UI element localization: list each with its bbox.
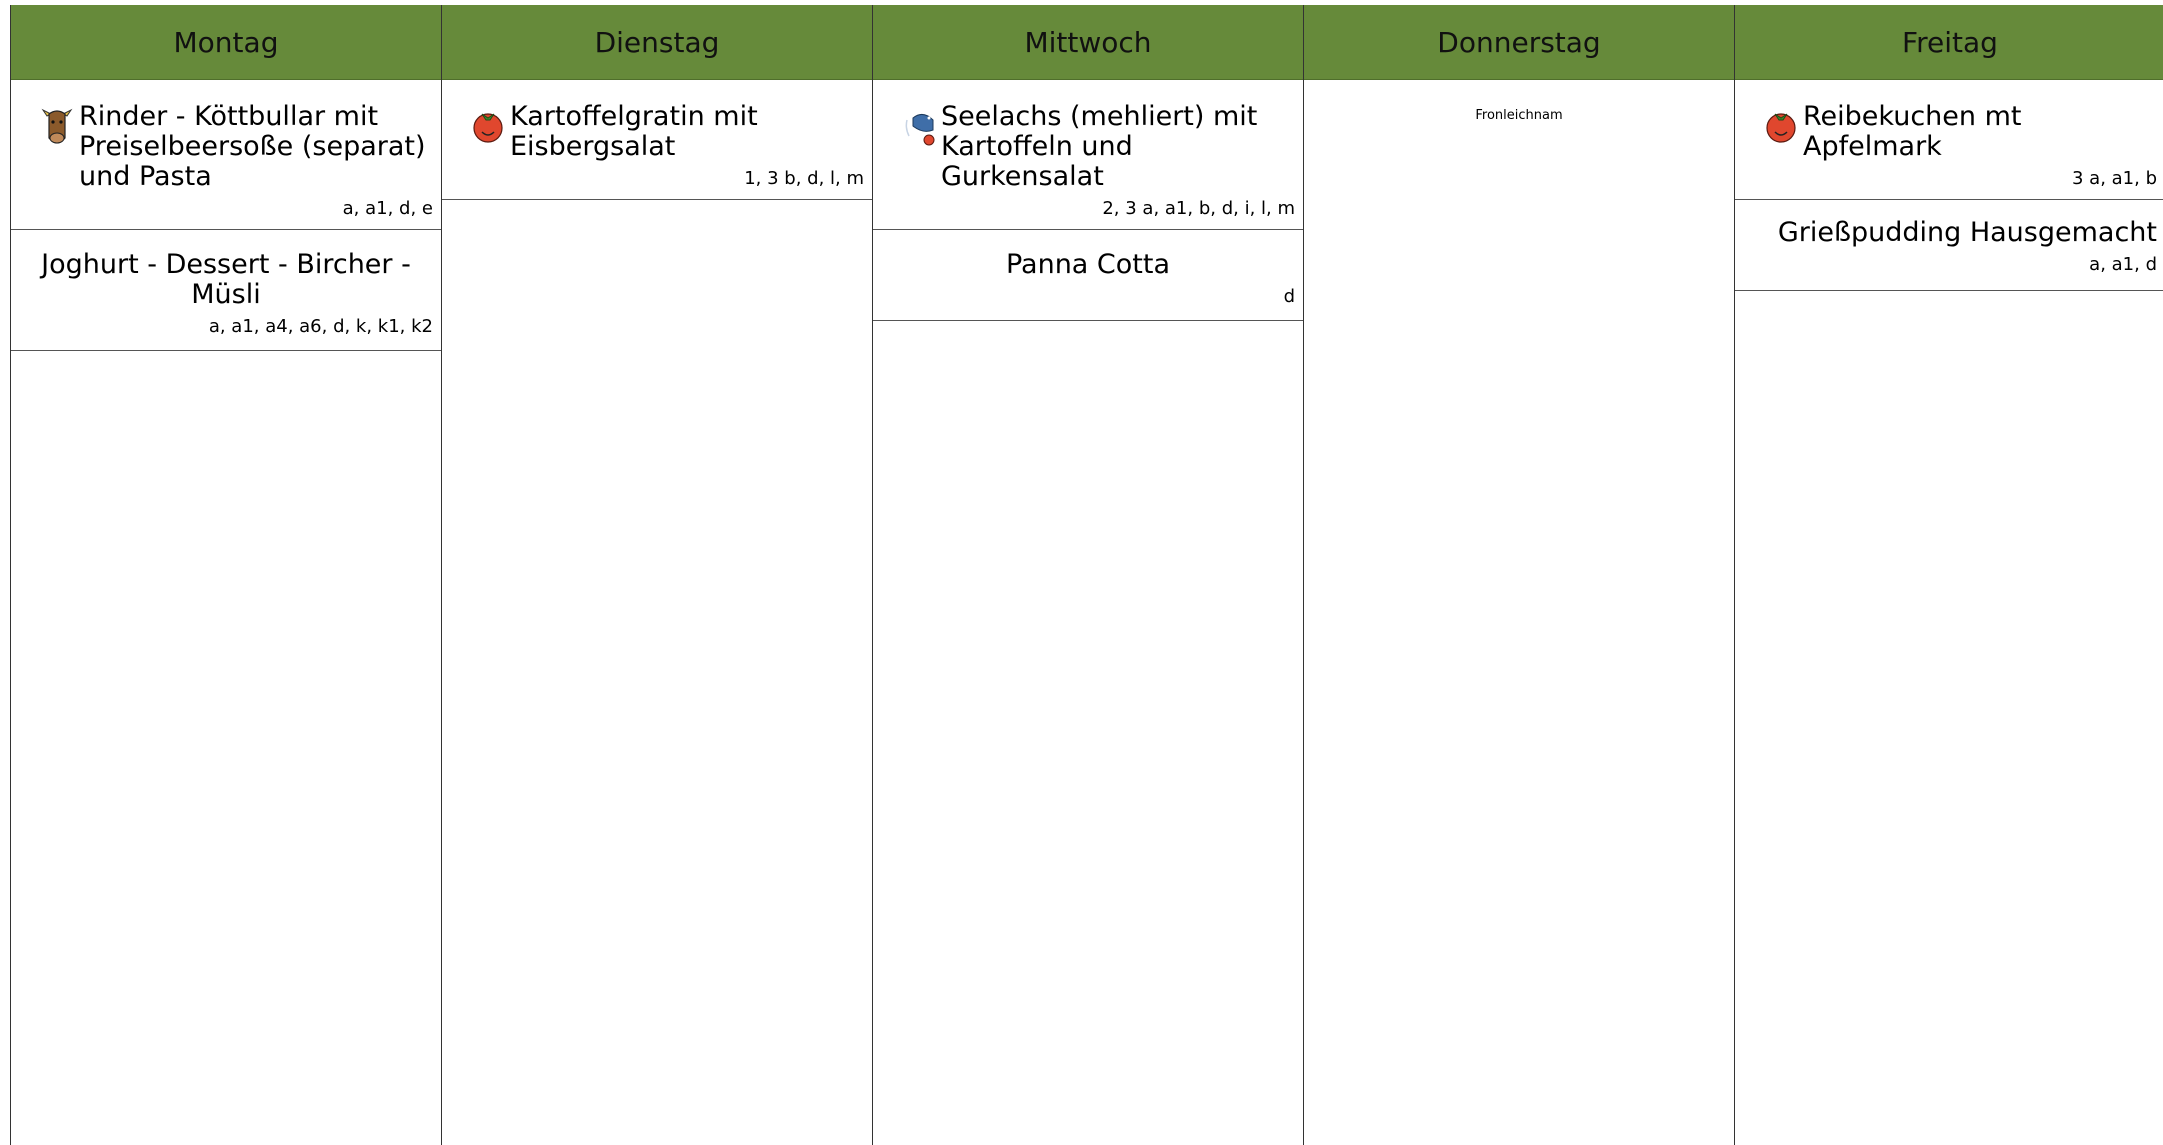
meal-name: Reibekuchen mt Apfelmark (1803, 101, 2022, 162)
day-header: Donnerstag (1304, 5, 1734, 80)
meal-name: Joghurt - Dessert - Bircher - Müsli (41, 249, 411, 310)
holiday-label: Fronleichnam (1475, 108, 1563, 123)
day-header: Freitag (1735, 5, 2163, 80)
meal-name: Kartoffelgratin mit Eisbergsalat (510, 101, 758, 162)
allergen-codes: a, a1, a4, a6, d, k, k1, k2 (208, 316, 433, 337)
tomato-icon (472, 104, 504, 152)
meal-card[interactable]: Rinder - Köttbullar mit Preiselbeersoße … (11, 80, 441, 230)
meal-card[interactable]: Seelachs (mehliert) mit Kartoffeln und G… (873, 80, 1303, 230)
day-header: Montag (11, 5, 441, 80)
allergen-codes: d (1283, 286, 1295, 307)
day-column-thursday: Donnerstag Fronleichnam (1303, 5, 1734, 1145)
allergen-codes: 2, 3 a, a1, b, d, i, l, m (1102, 198, 1295, 219)
fish-icon (903, 104, 935, 152)
weekly-menu-board: Montag Rinder - Köttbullar mit Preiselbe… (10, 5, 2163, 1145)
allergen-codes: a, a1, d, e (342, 198, 433, 219)
meal-card[interactable]: Joghurt - Dessert - Bircher - Müsli a, a… (11, 230, 441, 351)
meal-name: Grießpudding Hausgemacht (1777, 217, 2157, 248)
day-header: Dienstag (442, 5, 872, 80)
tomato-icon (1765, 104, 1797, 152)
meal-card[interactable]: Grießpudding Hausgemacht a, a1, d (1735, 200, 2163, 291)
day-header: Mittwoch (873, 5, 1303, 80)
cow-icon (41, 104, 73, 152)
day-column-wednesday: Mittwoch Seelachs (mehliert) mit Kartoff… (872, 5, 1303, 1145)
meal-name: Panna Cotta (1005, 249, 1171, 280)
day-column-tuesday: Dienstag Kartoffelgratin mit Eisbergsala… (441, 5, 872, 1145)
meal-card[interactable]: Reibekuchen mt Apfelmark 3 a, a1, b (1735, 80, 2163, 200)
allergen-codes: a, a1, d (2089, 254, 2157, 275)
day-column-friday: Freitag Reibekuchen mt Apfelmark 3 a, a1… (1734, 5, 2163, 1145)
allergen-codes: 3 a, a1, b (2072, 168, 2157, 189)
meal-name: Rinder - Köttbullar mit Preiselbeersoße … (79, 101, 426, 192)
meal-card[interactable]: Panna Cotta d (873, 230, 1303, 321)
day-column-monday: Montag Rinder - Köttbullar mit Preiselbe… (10, 5, 441, 1145)
allergen-codes: 1, 3 b, d, l, m (744, 168, 864, 189)
meal-name: Seelachs (mehliert) mit Kartoffeln und G… (941, 101, 1258, 192)
meal-card[interactable]: Kartoffelgratin mit Eisbergsalat 1, 3 b,… (442, 80, 872, 200)
